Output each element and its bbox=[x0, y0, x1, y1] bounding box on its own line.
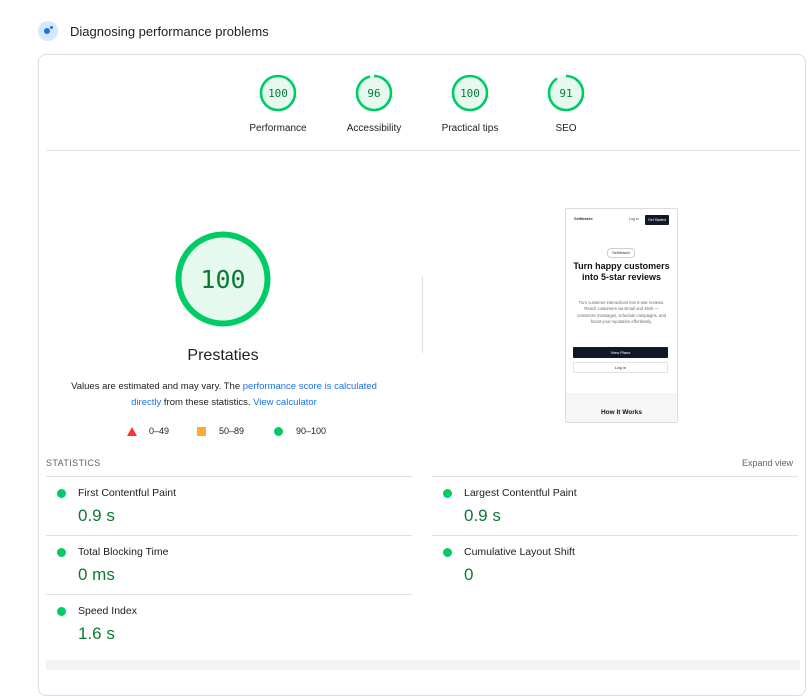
score-legend: 0–49 50–89 90–100 bbox=[39, 426, 409, 440]
metric-label: Total Blocking Time bbox=[78, 546, 169, 558]
thumbnail-login-link: Log in bbox=[629, 217, 639, 221]
page-screenshot-thumbnail[interactable]: GetMeasire Log in Get Started GetMeasire… bbox=[565, 208, 678, 423]
thumbnail-logo: GetMeasire bbox=[574, 217, 593, 221]
triangle-icon bbox=[127, 426, 137, 436]
legend-range: 0–49 bbox=[149, 426, 170, 436]
square-icon bbox=[197, 426, 206, 436]
gauge-ring: 96 bbox=[355, 74, 393, 112]
section-title: Diagnosing performance problems bbox=[70, 23, 269, 39]
metric-total-blocking-time: Total Blocking Time 0 ms bbox=[46, 535, 412, 594]
performance-title: Prestaties bbox=[187, 347, 259, 364]
diagnostic-icon bbox=[38, 21, 58, 41]
report-card: 100 Performance 96 Accessibility 100 Pra… bbox=[38, 54, 806, 696]
circle-icon bbox=[274, 426, 283, 436]
pass-circle-icon bbox=[443, 489, 452, 498]
metric-label: Speed Index bbox=[78, 605, 137, 617]
gauge-seo[interactable]: 91 SEO bbox=[518, 74, 614, 134]
metric-label: First Contentful Paint bbox=[78, 487, 177, 499]
metric-label: Largest Contentful Paint bbox=[464, 487, 577, 499]
metric-value: 0 bbox=[464, 565, 474, 584]
performance-description: Values are estimated and may vary. The p… bbox=[63, 379, 385, 411]
pass-circle-icon bbox=[443, 548, 452, 557]
expand-view-toggle[interactable]: Expand view bbox=[742, 458, 793, 468]
metric-value: 0 ms bbox=[78, 565, 115, 584]
pass-circle-icon bbox=[57, 607, 66, 616]
gauge-accessibility[interactable]: 96 Accessibility bbox=[326, 74, 422, 134]
gauge-label: SEO bbox=[555, 123, 577, 134]
thumbnail-get-started-button: Get Started bbox=[645, 215, 669, 225]
description-text: from these statistics. bbox=[161, 397, 254, 408]
gauge-label: Accessibility bbox=[346, 123, 402, 134]
thumbnail-subtext: Turn customer interactions into 5-star r… bbox=[577, 300, 666, 324]
pass-circle-icon bbox=[57, 548, 66, 557]
gauge-ring: 91 bbox=[547, 74, 585, 112]
legend-range: 90–100 bbox=[296, 426, 327, 436]
thumbnail-badge: GetMeasire bbox=[607, 248, 635, 258]
gauge-score: 91 bbox=[559, 87, 572, 100]
section-header: Diagnosing performance problems bbox=[38, 20, 269, 42]
thumbnail-nav: GetMeasire Log in Get Started bbox=[566, 215, 677, 227]
metric-value: 0.9 s bbox=[464, 506, 501, 525]
legend-item-pass: 90–100 bbox=[274, 426, 326, 436]
description-text: Values are estimated and may vary. The bbox=[71, 381, 243, 392]
thumbnail-headline: Turn happy customers into 5-star reviews bbox=[573, 261, 670, 282]
gauge-ring: 100 bbox=[259, 74, 297, 112]
performance-gauge: 100 bbox=[175, 231, 271, 327]
gauges-divider bbox=[46, 150, 800, 151]
gauge-score: 100 bbox=[460, 87, 480, 100]
legend-range: 50–89 bbox=[219, 426, 245, 436]
metric-value: 1.6 s bbox=[78, 624, 115, 643]
metric-speed-index: Speed Index 1.6 s bbox=[46, 594, 412, 653]
statistics-title: STATISTICS bbox=[46, 458, 101, 468]
legend-item-fail: 0–49 bbox=[127, 426, 169, 436]
legend-item-average: 50–89 bbox=[197, 426, 244, 436]
thumbnail-section-title: How It Works bbox=[600, 409, 643, 416]
metric-cumulative-layout-shift: Cumulative Layout Shift 0 bbox=[432, 535, 798, 594]
view-calculator-link[interactable]: View calculator bbox=[253, 397, 317, 408]
gauge-performance[interactable]: 100 Performance bbox=[230, 74, 326, 134]
metric-value: 0.9 s bbox=[78, 506, 115, 525]
gauge-practical-tips[interactable]: 100 Practical tips bbox=[422, 74, 518, 134]
metric-largest-contentful-paint: Largest Contentful Paint 0.9 s bbox=[432, 476, 798, 535]
pass-circle-icon bbox=[57, 489, 66, 498]
bottom-strip bbox=[46, 660, 800, 670]
metric-label: Cumulative Layout Shift bbox=[464, 546, 575, 558]
vertical-divider bbox=[422, 276, 423, 353]
gauge-label: Performance bbox=[249, 123, 307, 134]
thumbnail-login-button: Log in bbox=[573, 362, 668, 373]
metric-first-contentful-paint: First Contentful Paint 0.9 s bbox=[46, 476, 412, 535]
gauge-ring: 100 bbox=[451, 74, 489, 112]
performance-score: 100 bbox=[200, 265, 245, 294]
gauge-score: 100 bbox=[268, 87, 288, 100]
category-gauges: 100 Performance 96 Accessibility 100 Pra… bbox=[39, 55, 805, 150]
gauge-label: Practical tips bbox=[441, 123, 499, 134]
gauge-score: 96 bbox=[367, 87, 380, 100]
thumbnail-view-plans-button: View Plans bbox=[573, 347, 668, 358]
thumbnail-section-band bbox=[566, 393, 677, 422]
